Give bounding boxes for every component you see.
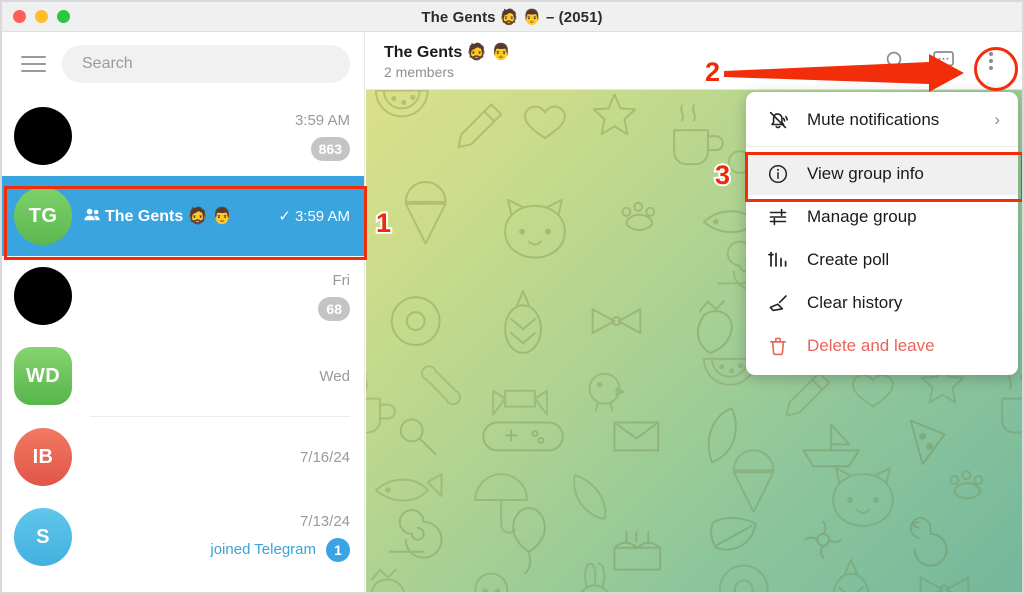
window-title: The Gents 🧔 👨 – (2051) <box>421 8 603 26</box>
menu-item-delete-and-leave[interactable]: Delete and leave <box>746 324 1018 367</box>
telegram-window: The Gents 🧔 👨 – (2051) Search 3:59 AM 86… <box>0 0 1024 594</box>
chat-preview <box>84 107 295 165</box>
chat-timestamp: 7/13/24 <box>299 512 350 530</box>
avatar-initials: S <box>36 525 50 548</box>
chat-options-menu: Mute notifications › View group info Man… <box>746 92 1018 375</box>
unread-badge: 1 <box>326 537 350 562</box>
chat-sidebar: Search 3:59 AM 863 TG The Gents 🧔 👨 ✓ 3:… <box>2 32 365 592</box>
chevron-right-icon: › <box>994 109 1000 129</box>
avatar-initials: WD <box>25 364 61 387</box>
list-item[interactable]: 3:59 AM 863 <box>2 96 364 176</box>
annotation-number-2: 2 <box>703 55 722 89</box>
chat-subtitle: joined Telegram <box>210 541 316 558</box>
menu-item-create-poll[interactable]: Create poll <box>746 238 1018 281</box>
chat-preview <box>84 428 300 486</box>
sidebar-toolbar: Search <box>2 32 364 96</box>
chat-timestamp: Wed <box>319 367 350 385</box>
sidebar-item-the-gents[interactable]: TG The Gents 🧔 👨 ✓ 3:59 AM <box>2 176 364 256</box>
chat-preview <box>84 508 210 566</box>
menu-item-label: Mute notifications <box>807 109 940 129</box>
chat-timestamp: Fri <box>332 271 351 289</box>
avatar: S <box>14 508 72 566</box>
menu-item-label: Delete and leave <box>807 335 935 355</box>
avatar: IB <box>14 428 72 486</box>
unread-badge: 68 <box>318 296 350 321</box>
chat-time-value: 3:59 AM <box>294 207 350 225</box>
chat-preview <box>84 347 319 405</box>
list-item[interactable]: IB 7/16/24 <box>2 417 364 497</box>
chat-list[interactable]: 3:59 AM 863 TG The Gents 🧔 👨 ✓ 3:59 AM F… <box>2 96 364 592</box>
avatar: TG <box>14 187 72 245</box>
chat-name: The Gents 🧔 👨 <box>105 208 232 225</box>
avatar-initials: IB <box>32 445 54 468</box>
hamburger-icon[interactable] <box>16 47 50 81</box>
avatar-initials: TG <box>28 204 58 227</box>
list-item[interactable]: S 7/13/24 joined Telegram 1 <box>2 497 364 577</box>
window-titlebar: The Gents 🧔 👨 – (2051) <box>2 2 1022 32</box>
broom-icon <box>766 291 789 314</box>
read-check-icon: ✓ <box>278 208 291 225</box>
trash-icon <box>766 334 789 357</box>
avatar <box>14 267 72 325</box>
chat-meta: ✓ 3:59 AM <box>278 187 350 245</box>
mute-bell-icon <box>766 108 789 131</box>
chat-timestamp: ✓ 3:59 AM <box>278 207 350 226</box>
sliders-icon <box>766 205 789 228</box>
menu-item-mute-notifications[interactable]: Mute notifications › <box>746 98 1018 141</box>
chat-pane: The Gents 🧔 👨 2 members Mute notificatio… <box>366 32 1022 592</box>
group-people-icon <box>84 208 101 224</box>
chat-meta: Wed <box>319 347 350 405</box>
menu-item-view-group-info[interactable]: View group info <box>746 152 1018 195</box>
menu-item-label: Create poll <box>807 249 890 269</box>
menu-item-manage-group[interactable]: Manage group <box>746 195 1018 238</box>
menu-separator <box>746 146 1018 147</box>
annotation-number-3: 3 <box>713 158 732 192</box>
menu-item-label: View group info <box>807 163 924 183</box>
chat-meta: Fri 68 <box>318 267 350 325</box>
chat-meta: 7/16/24 <box>300 428 350 486</box>
kebab-menu-icon[interactable] <box>976 46 1006 76</box>
chat-preview <box>84 267 318 325</box>
list-item[interactable]: WD Wed <box>2 336 364 416</box>
annotation-number-1: 1 <box>374 206 393 240</box>
chat-meta: 3:59 AM 863 <box>295 107 350 165</box>
list-item[interactable]: Fri 68 <box>2 256 364 336</box>
avatar: WD <box>14 347 72 405</box>
unread-badge: 863 <box>310 136 350 161</box>
chat-timestamp: 7/16/24 <box>299 448 350 466</box>
search-input[interactable]: Search <box>62 45 350 83</box>
chat-meta: 7/13/24 joined Telegram 1 <box>210 508 350 566</box>
avatar <box>14 107 72 165</box>
menu-item-label: Manage group <box>807 206 917 226</box>
search-placeholder: Search <box>82 55 133 72</box>
info-circle-icon <box>766 162 789 185</box>
annotation-arrow-to-kebab <box>724 54 964 92</box>
chat-timestamp: 3:59 AM <box>294 111 350 129</box>
menu-item-clear-history[interactable]: Clear history <box>746 281 1018 324</box>
chat-preview: The Gents 🧔 👨 <box>84 187 278 245</box>
menu-item-label: Clear history <box>807 292 903 312</box>
poll-bars-icon <box>766 248 789 271</box>
